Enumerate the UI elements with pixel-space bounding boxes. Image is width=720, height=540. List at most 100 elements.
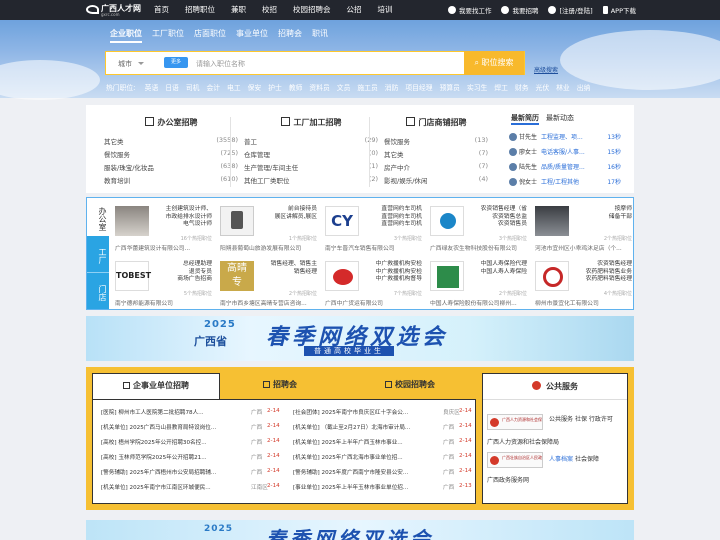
- hrss-name[interactable]: 广西人力资源和社会保障局: [487, 437, 559, 446]
- hot-job[interactable]: 英语: [145, 84, 159, 92]
- category-item[interactable]: 房产中介 (7): [384, 162, 488, 172]
- nav-jobs[interactable]: 招聘职位: [185, 0, 215, 20]
- hot-job[interactable]: 会计: [206, 84, 220, 92]
- category-item[interactable]: 其他工厂类职位 (2): [244, 175, 378, 185]
- recruit-item[interactable]: [机关单位] （截止至2月27日）北海市审计局... 广西 2-14: [293, 423, 473, 435]
- hot-job[interactable]: 施工员: [357, 84, 377, 92]
- resume-row[interactable]: 陆先生 品质/质量管理... 16秒: [509, 162, 629, 174]
- resume-row[interactable]: 倪女士 工程/工程其他 17秒: [509, 177, 629, 189]
- search-input[interactable]: 请输入职位名称: [196, 59, 245, 69]
- nav-parttime[interactable]: 兼职: [231, 0, 246, 20]
- category-item[interactable]: 服装/珠宝/化妆品(638): [104, 162, 238, 172]
- tab-factory[interactable]: 工厂: [87, 236, 109, 272]
- resume-row[interactable]: 甘先生 工程监理、项... 13秒: [509, 132, 629, 144]
- hot-job[interactable]: 电工: [227, 84, 241, 92]
- recruit-item[interactable]: [医院] 柳州市工人医院第二批招聘78人... 广西 2-14: [101, 408, 281, 420]
- company-card[interactable]: 农资销售经理（省 农资销售总监 农资销售员 3个热招职位 广西绿友农生物科技股份有限…: [426, 200, 531, 253]
- hrss-emblem[interactable]: 广西人力资源和社会保障厅: [487, 414, 543, 430]
- recruit-item[interactable]: [高校] 玉林师范学院2025年公开招聘21... 广西 2-14: [101, 453, 281, 465]
- tab-store[interactable]: 门店: [87, 272, 109, 309]
- tab-company-jobs[interactable]: 企业职位: [110, 28, 142, 43]
- nav-campus[interactable]: 校招: [262, 0, 277, 20]
- app-download-link[interactable]: APP下载: [602, 5, 636, 15]
- company-card[interactable]: TOBEST 总经理助理 退货专员 商场广告招商 5个热招职位 南宁德邦能源有限公司: [111, 255, 216, 308]
- hot-job[interactable]: 文员: [337, 84, 351, 92]
- tab-public-institution[interactable]: 事业单位: [236, 28, 268, 43]
- recruit-panel: 企事业单位招聘 招聘会 校园招聘会 [医院] 柳州市工人医院第二批招聘78人..…: [86, 367, 634, 510]
- category-item[interactable]: 仓库管理 (0): [244, 149, 378, 159]
- nav-training[interactable]: 培训: [378, 0, 393, 20]
- nav-home[interactable]: 首页: [154, 0, 169, 20]
- city-select[interactable]: 城市: [118, 59, 144, 69]
- hot-job[interactable]: 项目经理: [405, 84, 432, 92]
- category-item[interactable]: 普工 (29): [244, 136, 378, 146]
- company-card[interactable]: 高晴专 销售经理、销售主 销售经理 2个热招职位 南宁市西乡塘区高晴专营店咨询..…: [216, 255, 321, 308]
- advanced-search-link[interactable]: 高级搜索: [534, 65, 558, 74]
- search-button[interactable]: ⌕ 职位搜索: [464, 51, 524, 75]
- nav-public-recruit[interactable]: 公招: [347, 0, 362, 20]
- recruit-item[interactable]: [机关单位] 2025广西马山县教育局特设岗位... 广西 2-14: [101, 423, 281, 435]
- job-fair-banner[interactable]: 2025 广西省 春季网络双选会 普通高校毕业生: [86, 316, 634, 361]
- category-title[interactable]: 办公室招聘: [104, 117, 238, 128]
- hot-job[interactable]: 财务: [515, 84, 529, 92]
- recruit-item[interactable]: [社会团体] 2025年南宁市良庆区红十字会公... 良庆区 2-14: [293, 408, 473, 420]
- tab-office[interactable]: 办公室: [87, 198, 109, 236]
- company-card[interactable]: 中国人寿保险代理 中国人寿人寿保险 2个热招职位 中国人寿保险股份有限公司柳州..…: [426, 255, 531, 308]
- tab-job-fairs[interactable]: 招聘会: [220, 373, 340, 397]
- category-item[interactable]: 餐饮服务(725): [104, 149, 238, 159]
- nav-campus-fair[interactable]: 校园招聘会: [293, 0, 331, 20]
- recruit-item[interactable]: [事业单位] 2025年上半年玉林市事业单位招... 广西 2-13: [293, 483, 473, 495]
- tab-latest-resumes[interactable]: 最新简历: [511, 114, 539, 125]
- hot-job[interactable]: 出纳: [577, 84, 591, 92]
- category-item[interactable]: 生产管理/车间主任 (1): [244, 162, 378, 172]
- company-card[interactable]: 主创建筑设计师、 市政给排水设计师 电气设计师 16个热招职位 广西华蕾建筑设计有限…: [111, 200, 216, 253]
- hot-job[interactable]: 资料员: [309, 84, 329, 92]
- hot-job[interactable]: 光伏: [536, 84, 550, 92]
- company-card[interactable]: 农资销售经理 农药肥料销售业务 农药肥料销售经理 4个热招职位 柳州市景宜化工有限公…: [531, 255, 636, 308]
- recruit-item[interactable]: [机关单位] 2025年广西北海市事业单位招... 广西 2-14: [293, 453, 473, 465]
- hot-job[interactable]: 教师: [289, 84, 303, 92]
- job-fair-banner-2[interactable]: 2025 春季网络双选会: [86, 520, 634, 540]
- site-logo[interactable]: 广西人才网 gxrc.com: [86, 2, 141, 18]
- gov-name[interactable]: 广西政务服务网: [487, 475, 529, 484]
- hot-job[interactable]: 日语: [165, 84, 179, 92]
- find-job-link[interactable]: 我要找工作: [447, 5, 491, 15]
- recruit-link[interactable]: 我要招聘: [501, 5, 538, 15]
- category-item[interactable]: 影视/娱乐/休闲 (4): [384, 175, 488, 185]
- recruit-item[interactable]: [高校] 梧州学院2025年公开招聘30名控... 广西 2-14: [101, 438, 281, 450]
- tab-store-jobs[interactable]: 店面职位: [194, 28, 226, 43]
- category-item[interactable]: 其它类 (7): [384, 149, 488, 159]
- resume-row[interactable]: 廖女士 电话客服/人事... 15秒: [509, 147, 629, 159]
- tab-factory-jobs[interactable]: 工厂职位: [152, 28, 184, 43]
- company-card[interactable]: CY 直营网约车司机 直营网约车司机 直营网约车司机 3个热招职位 南宁车晋汽车销售…: [321, 200, 426, 253]
- category-title[interactable]: 门店商铺招聘: [384, 117, 488, 128]
- tab-job-fair[interactable]: 招聘会: [278, 28, 302, 43]
- hot-job[interactable]: 司机: [186, 84, 200, 92]
- company-card[interactable]: 前台接待员 展区讲解员,展区 1个热招职位 阳朔县葡萄山旅游发展有限公司: [216, 200, 321, 253]
- category-item[interactable]: 教育培训(610): [104, 175, 238, 185]
- gov-emblem[interactable]: 广西壮族自治区人民政府: [487, 452, 543, 468]
- company-card[interactable]: 按摩师 储备干部 2个热招职位 河池市宜州区小乖鸡沐足店（个...: [531, 200, 636, 253]
- login-link[interactable]: [注册/登陆]: [548, 5, 593, 15]
- category-title[interactable]: 工厂加工招聘: [244, 117, 378, 128]
- tab-campus-fairs[interactable]: 校园招聘会: [340, 373, 480, 397]
- category-item[interactable]: 其它类 (3558): [104, 136, 238, 146]
- hot-job[interactable]: 实习生: [467, 84, 487, 92]
- recruit-item[interactable]: [机关单位] 2025年上半年广西玉林市事业... 广西 2-14: [293, 438, 473, 450]
- company-jobs: 销售经理、销售主 销售经理: [270, 261, 317, 275]
- recruit-item[interactable]: [机关单位] 2025年南宁市江南区环城便民... 江南区 2-14: [101, 483, 281, 495]
- recruit-item[interactable]: [警务辅助] 2025年广西梧州市公安局招聘辅... 广西 2-14: [101, 468, 281, 480]
- hot-job[interactable]: 保安: [248, 84, 262, 92]
- tab-latest-news[interactable]: 最新动态: [546, 114, 574, 122]
- recruit-item[interactable]: [警务辅助] 2025年度广西南宁市隆安县公安... 广西 2-14: [293, 468, 473, 480]
- hot-job[interactable]: 预算员: [440, 84, 460, 92]
- company-card[interactable]: 中广救援机构安检 中广救援机构安检 中广救援机构督导 7个热招职位 广西中广货运有限…: [321, 255, 426, 308]
- hot-job[interactable]: 护士: [268, 84, 282, 92]
- hot-job[interactable]: 林业: [556, 84, 570, 92]
- category-item[interactable]: 餐饮服务 (13): [384, 136, 488, 146]
- hot-job[interactable]: 焊工: [494, 84, 508, 92]
- job-categories: 办公室招聘 其它类(3558) 餐饮服务(725) 服装/珠宝/化妆品(638)…: [86, 105, 634, 193]
- more-tag[interactable]: 更多: [164, 57, 188, 68]
- tab-news[interactable]: 职讯: [312, 28, 328, 43]
- hot-job[interactable]: 消防: [385, 84, 399, 92]
